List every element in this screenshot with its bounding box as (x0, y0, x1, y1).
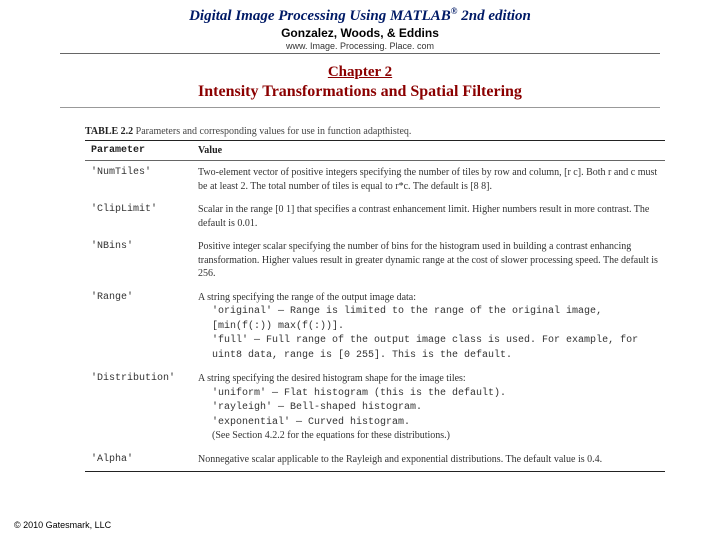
table-row: 'NBins' Positive integer scalar specifyi… (85, 235, 665, 286)
chapter-divider (60, 107, 660, 108)
registered-mark: ® (451, 6, 458, 16)
param-name: 'NBins' (85, 235, 192, 286)
table-container: TABLE 2.2 Parameters and corresponding v… (85, 126, 665, 472)
parameters-table: Parameter Value 'NumTiles' Two-element v… (85, 140, 665, 472)
chapter-title: Intensity Transformations and Spatial Fi… (0, 83, 720, 101)
chapter-heading: Chapter 2 Intensity Transformations and … (0, 64, 720, 101)
table-row: 'Range' A string specifying the range of… (85, 286, 665, 368)
value-line: 'rayleigh' — Bell-shaped histogram. (212, 402, 422, 413)
header-parameter: Parameter (85, 141, 192, 161)
table-header-row: Parameter Value (85, 141, 665, 161)
param-value: A string specifying the range of the out… (192, 286, 665, 368)
title-pre: Digital Image Processing Using MATLAB (189, 8, 451, 24)
value-line: A string specifying the range of the out… (198, 292, 416, 303)
value-line: [min(f(:)) max(f(:))]. (212, 321, 344, 332)
param-name: 'NumTiles' (85, 161, 192, 199)
book-title: Digital Image Processing Using MATLAB® 2… (0, 6, 720, 25)
value-line: (See Section 4.2.2 for the equations for… (198, 429, 659, 443)
value-line: A string specifying the desired histogra… (198, 373, 466, 384)
page-header: Digital Image Processing Using MATLAB® 2… (0, 0, 720, 51)
param-name: 'ClipLimit' (85, 198, 192, 235)
table-label: TABLE 2.2 (85, 126, 133, 137)
copyright: © 2010 Gatesmark, LLC (14, 520, 111, 530)
title-post: 2nd edition (458, 8, 531, 24)
table-row: 'NumTiles' Two-element vector of positiv… (85, 161, 665, 199)
table-row: 'ClipLimit' Scalar in the range [0 1] th… (85, 198, 665, 235)
header-divider (60, 53, 660, 54)
table-caption: TABLE 2.2 Parameters and corresponding v… (85, 126, 665, 137)
table-row: 'Alpha' Nonnegative scalar applicable to… (85, 448, 665, 472)
table-caption-text: Parameters and corresponding values for … (133, 126, 411, 137)
table-row: 'Distribution' A string specifying the d… (85, 367, 665, 448)
chapter-number: Chapter 2 (0, 64, 720, 81)
param-value: Scalar in the range [0 1] that specifies… (192, 198, 665, 235)
param-name: 'Range' (85, 286, 192, 368)
value-line: 'original' — Range is limited to the ran… (212, 306, 602, 317)
param-value: A string specifying the desired histogra… (192, 367, 665, 448)
authors: Gonzalez, Woods, & Eddins (0, 26, 720, 40)
value-line: 'uniform' — Flat histogram (this is the … (212, 388, 506, 399)
param-value: Positive integer scalar specifying the n… (192, 235, 665, 286)
param-value: Two-element vector of positive integers … (192, 161, 665, 199)
value-line: 'full' — Full range of the output image … (212, 335, 638, 361)
table-body: 'NumTiles' Two-element vector of positiv… (85, 161, 665, 472)
header-value: Value (192, 141, 665, 161)
value-line: 'exponential' — Curved histogram. (212, 417, 410, 428)
param-name: 'Distribution' (85, 367, 192, 448)
website: www. Image. Processing. Place. com (0, 41, 720, 51)
param-value: Nonnegative scalar applicable to the Ray… (192, 448, 665, 472)
param-name: 'Alpha' (85, 448, 192, 472)
